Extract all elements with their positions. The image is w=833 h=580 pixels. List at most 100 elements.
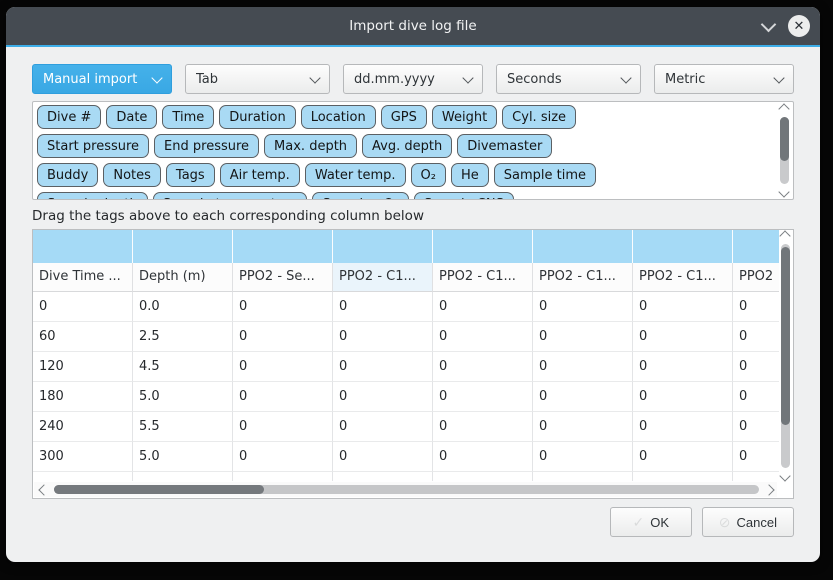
scroll-right-icon[interactable]: [763, 484, 774, 495]
column-header[interactable]: PPO2 - C1...: [633, 263, 733, 292]
table-cell: 0: [633, 382, 733, 412]
table-cell: 180: [33, 382, 133, 412]
tag-buddy[interactable]: Buddy: [37, 163, 98, 187]
column-header[interactable]: Dive Time ...: [33, 263, 133, 292]
column-drop-target[interactable]: [233, 230, 333, 263]
table-horizontal-scrollbar[interactable]: [34, 482, 777, 497]
tag-sample-cns[interactable]: Sample CNS: [414, 192, 514, 200]
column-drop-target[interactable]: [133, 230, 233, 263]
tag-time[interactable]: Time: [162, 105, 214, 129]
tag-o[interactable]: O₂: [411, 163, 446, 187]
titlebar-accent-line: [6, 45, 820, 47]
combo-units[interactable]: Metric: [654, 64, 794, 94]
table-row: 602.5000000: [33, 322, 779, 352]
tag-sample-depth[interactable]: Sample depth: [37, 192, 148, 200]
table-header-row: Dive Time ...Depth (m)PPO2 - Se...PPO2 -…: [33, 263, 779, 292]
tags-scrollbar-thumb[interactable]: [780, 117, 789, 161]
table-scrollbar-thumb[interactable]: [781, 247, 790, 425]
column-drop-target[interactable]: [633, 230, 733, 263]
table-cell: [333, 472, 433, 481]
table-cell: 0: [333, 412, 433, 442]
tag-pool: Dive #DateTimeDurationLocationGPSWeightC…: [32, 101, 794, 200]
combo-units-value: Metric: [665, 72, 767, 87]
ok-check-icon: ✓: [633, 514, 645, 531]
tag-sample-temperature[interactable]: Sample temperature: [153, 192, 308, 200]
table-hscrollbar-thumb[interactable]: [54, 485, 264, 494]
column-header[interactable]: PPO2 - C1...: [533, 263, 633, 292]
table-cell: 0: [233, 412, 333, 442]
tag-sample-po[interactable]: Sample pO₂: [312, 192, 409, 200]
table-vertical-scrollbar[interactable]: [778, 232, 792, 480]
scroll-down-icon[interactable]: [779, 470, 790, 481]
scroll-up-icon[interactable]: [778, 103, 789, 114]
tags-vertical-scrollbar[interactable]: [777, 105, 791, 196]
table-cell: 0: [333, 442, 433, 472]
tag-date[interactable]: Date: [106, 105, 157, 129]
combo-field-separator[interactable]: Tab: [185, 64, 330, 94]
tag-start-pressure[interactable]: Start pressure: [37, 134, 149, 158]
scroll-down-icon[interactable]: [778, 186, 789, 197]
combo-field-separator-value: Tab: [196, 72, 303, 87]
column-drop-target[interactable]: [333, 230, 433, 263]
table-row: 00.0000000: [33, 292, 779, 322]
table-cell: 0: [433, 412, 533, 442]
close-button[interactable]: ✕: [788, 15, 810, 37]
table-cell: 60: [33, 322, 133, 352]
table-cell: 4.5: [133, 352, 233, 382]
drag-hint-label: Drag the tags above to each correspondin…: [32, 208, 794, 224]
tag-duration[interactable]: Duration: [219, 105, 295, 129]
table-cell: 0: [533, 412, 633, 442]
tag-end-pressure[interactable]: End pressure: [154, 134, 259, 158]
chevron-down-icon: [620, 72, 631, 83]
combo-import-mode[interactable]: Manual import: [32, 64, 172, 94]
tag-row: BuddyNotesTagsAir temp.Water temp.O₂HeSa…: [37, 163, 789, 187]
chevron-down-icon: [151, 72, 162, 83]
title-bar: Import dive log file ✕: [6, 7, 820, 45]
table-cell: 2.5: [133, 322, 233, 352]
table-cell: 0: [533, 442, 633, 472]
table-row: 3005.0000000: [33, 442, 779, 472]
combo-time-format[interactable]: Seconds: [496, 64, 641, 94]
column-header[interactable]: PPO2 - C1...: [433, 263, 533, 292]
tag-location[interactable]: Location: [301, 105, 376, 129]
table-cell: 0: [533, 352, 633, 382]
column-header[interactable]: Depth (m): [133, 263, 233, 292]
column-header[interactable]: PPO2: [733, 263, 779, 292]
column-drop-target[interactable]: [533, 230, 633, 263]
tag-dive[interactable]: Dive #: [37, 105, 101, 129]
table-cell: 0: [433, 352, 533, 382]
scroll-left-icon[interactable]: [38, 484, 49, 495]
scroll-up-icon[interactable]: [779, 230, 790, 241]
titlebar-menu-chevron-down-icon[interactable]: [761, 16, 777, 32]
column-drop-target[interactable]: [733, 230, 779, 263]
tag-tags[interactable]: Tags: [166, 163, 215, 187]
tag-avg-depth[interactable]: Avg. depth: [362, 134, 452, 158]
table-cell: [133, 472, 233, 481]
table-cell: 0: [633, 352, 733, 382]
tag-water-temp[interactable]: Water temp.: [305, 163, 406, 187]
tag-cyl-size[interactable]: Cyl. size: [502, 105, 576, 129]
dialog-title: Import dive log file: [349, 18, 476, 34]
table-cell: 0: [633, 322, 733, 352]
ok-button[interactable]: ✓ OK: [610, 507, 692, 537]
tag-he[interactable]: He: [451, 163, 489, 187]
column-header[interactable]: PPO2 - Se...: [233, 263, 333, 292]
tag-notes[interactable]: Notes: [103, 163, 161, 187]
import-options-row: Manual import Tab dd.mm.yyyy Seconds Metric: [32, 64, 794, 94]
table-cell: [533, 472, 633, 481]
column-drop-target[interactable]: [33, 230, 133, 263]
tag-air-temp[interactable]: Air temp.: [220, 163, 300, 187]
table-cell: 0: [333, 382, 433, 412]
tag-max-depth[interactable]: Max. depth: [264, 134, 357, 158]
tag-divemaster[interactable]: Divemaster: [457, 134, 552, 158]
tag-sample-time[interactable]: Sample time: [494, 163, 596, 187]
dialog-content: Manual importTabdd.mm.yyyySecondsMetric …: [6, 64, 820, 537]
tag-gps[interactable]: GPS: [381, 105, 427, 129]
column-drop-target[interactable]: [433, 230, 533, 263]
tag-weight[interactable]: Weight: [432, 105, 497, 129]
combo-date-format[interactable]: dd.mm.yyyy: [343, 64, 483, 94]
column-header[interactable]: PPO2 - C1...: [333, 263, 433, 292]
table-row: 1204.5000000: [33, 352, 779, 382]
cancel-button[interactable]: ⊘ Cancel: [702, 507, 794, 537]
tag-row: Sample depth Sample temperature Sample pO₂…: [37, 192, 789, 200]
